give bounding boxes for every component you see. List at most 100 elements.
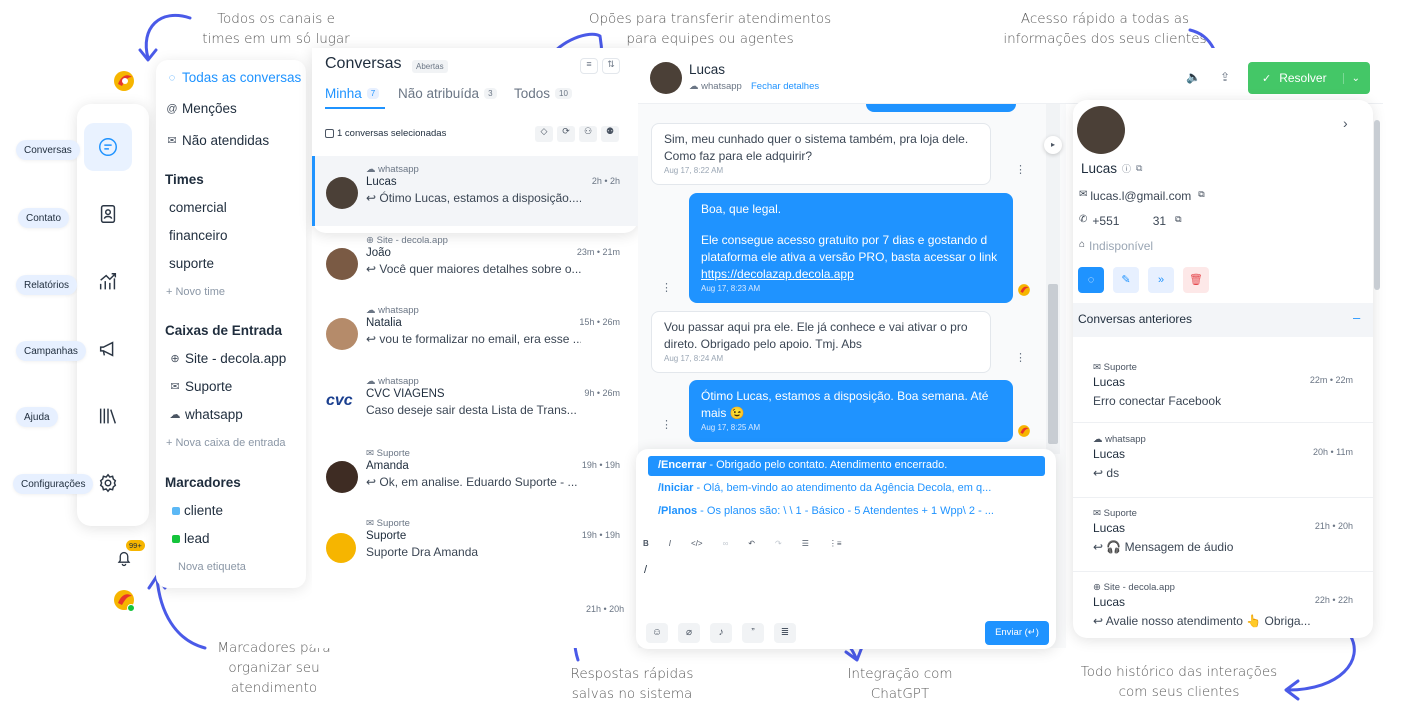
nav-campanhas[interactable] — [84, 325, 132, 373]
contact-phone[interactable]: +551 31 — [1092, 214, 1166, 228]
message-time: Aug 17, 8:24 AM — [664, 354, 724, 363]
bullet-list-icon[interactable]: ☰ — [802, 539, 809, 548]
close-details-link[interactable]: Fechar detalhes — [751, 81, 819, 92]
quick-reply-item[interactable]: /Iniciar - Olá, bem-vindo ao atendimento… — [658, 482, 991, 494]
sidebar-item-mentions[interactable]: @ Menções — [166, 101, 236, 116]
previous-conversation[interactable]: ⊕ Site - decola.app Lucas ↩ Avalie nosso… — [1093, 582, 1353, 628]
resolve-action-icon[interactable]: ⟳ — [557, 126, 575, 142]
message-menu-icon[interactable]: ⋮ — [1015, 351, 1026, 364]
assign-agent-icon[interactable]: ⚇ — [579, 126, 597, 142]
sidebar-item-inbox[interactable]: ✉ Suporte — [169, 379, 232, 394]
nav-relatorios[interactable] — [84, 258, 132, 306]
message-time: Aug 17, 8:22 AM — [664, 166, 724, 175]
new-team-link[interactable]: + Novo time — [166, 286, 225, 298]
conversation-row[interactable]: ☁ whatsapp Lucas ↩ Ótimo Lucas, estamos … — [312, 164, 630, 234]
message-link[interactable]: https://decolazap.decola.app — [701, 266, 1001, 283]
attachment-icon[interactable]: ⌀ — [678, 623, 700, 643]
message-menu-icon[interactable]: ⋮ — [1015, 163, 1026, 176]
bold-icon[interactable]: B — [643, 539, 649, 548]
redo-icon[interactable]: ↷ — [775, 539, 782, 548]
quick-reply-command: /Iniciar — [658, 482, 694, 494]
collapse-icon[interactable]: – — [1353, 310, 1360, 325]
conversation-row[interactable]: ✉ Suporte Amanda ↩ Ok, em analise. Eduar… — [312, 448, 630, 518]
status-filter[interactable]: Abertas — [412, 60, 448, 73]
numbered-list-icon[interactable]: ⋮≡ — [829, 539, 842, 548]
sidebar-item-team[interactable]: suporte — [169, 256, 214, 271]
new-label-link[interactable]: Nova etiqueta — [178, 561, 246, 573]
copy-icon[interactable]: ⧉ — [1198, 189, 1204, 203]
expand-panel-button[interactable]: ▸ — [1044, 136, 1062, 154]
link-icon[interactable]: ∞ — [723, 539, 729, 548]
sidebar-item-label-cliente[interactable]: cliente — [172, 503, 223, 518]
chevron-down-icon[interactable]: ⌄ — [1342, 72, 1360, 84]
tab-nao-atribuida[interactable]: Não atribuída 3 — [398, 86, 497, 101]
selection-bar: 1 conversas selecionadas — [325, 128, 446, 139]
nav-ajuda[interactable] — [84, 392, 132, 440]
new-inbox-link[interactable]: + Nova caixa de entrada — [166, 437, 286, 449]
share-icon[interactable]: ⇪ — [1220, 70, 1230, 84]
channel-label: whatsapp — [701, 81, 742, 92]
bell-icon — [117, 551, 131, 567]
conversation-name: Natalia — [366, 317, 402, 329]
external-link-icon[interactable]: ⧉ — [1136, 163, 1142, 174]
code-icon[interactable]: </> — [691, 539, 703, 548]
previous-conversation[interactable]: ☁ whatsapp Lucas ↩ ds 20h • 11m — [1093, 434, 1353, 480]
message-input[interactable]: / — [644, 564, 647, 576]
mail-icon: ✉ — [1079, 189, 1088, 200]
new-message-icon[interactable]: ◌ — [1078, 267, 1104, 293]
message-menu-icon[interactable]: ⋮ — [661, 281, 672, 294]
quote-icon[interactable]: ” — [742, 623, 764, 643]
sidebar-item-all[interactable]: ◌ Todas as conversas — [166, 70, 302, 85]
emoji-icon[interactable]: ☺ — [646, 623, 668, 643]
nav-contato[interactable] — [84, 190, 132, 238]
chat-scrollbar[interactable] — [1046, 104, 1060, 454]
microphone-icon[interactable]: ♪ — [710, 623, 732, 643]
user-avatar[interactable] — [112, 588, 136, 612]
send-button[interactable]: Enviar (↵) — [985, 621, 1049, 645]
label-action-icon[interactable]: ◇ — [535, 126, 553, 142]
conversation-name: Suporte — [366, 530, 407, 542]
chevron-right-icon: ▸ — [1050, 140, 1055, 149]
delete-icon[interactable]: 🗑 — [1183, 267, 1209, 293]
quick-reply-item[interactable]: /Encerrar - Obrigado pelo contato. Atend… — [658, 459, 947, 471]
message-menu-icon[interactable]: ⋮ — [661, 418, 672, 431]
resolve-button[interactable]: ✓ Resolver ⌄ — [1248, 62, 1370, 94]
copy-icon[interactable]: ⧉ — [1175, 214, 1181, 228]
undo-icon[interactable]: ↶ — [748, 539, 755, 548]
sidebar-item-team[interactable]: financeiro — [169, 228, 228, 243]
conversation-row[interactable]: ✉ Suporte Suporte Suporte Dra Amanda 19h… — [312, 518, 630, 588]
contact-email[interactable]: lucas.l@gmail.com — [1090, 189, 1191, 203]
sort-button[interactable]: ⇅ — [602, 58, 620, 74]
sidebar-item-inbox[interactable]: ☁ whatsapp — [169, 407, 243, 422]
italic-icon[interactable]: I — [669, 539, 671, 548]
previous-conversation[interactable]: ✉ Suporte Lucas Erro conectar Facebook 2… — [1093, 362, 1353, 408]
tab-todos[interactable]: Todos 10 — [514, 86, 574, 101]
chatgpt-icon[interactable]: ≣ — [774, 623, 796, 643]
conversation-row[interactable]: ⊕ Site - decola.app João ↩ Você quer mai… — [312, 235, 630, 305]
sidebar-item-team[interactable]: comercial — [169, 200, 227, 215]
mute-icon[interactable]: 🔈 — [1186, 70, 1201, 84]
conversation-row[interactable]: cvc ☁ whatsapp CVC VIAGENS Caso deseje s… — [312, 376, 630, 446]
message-outgoing: Boa, que legal. Ele consegue acesso grat… — [689, 193, 1013, 303]
select-checkbox[interactable] — [325, 129, 334, 138]
scrollbar-thumb[interactable] — [1048, 284, 1058, 444]
sidebar-item-inbox[interactable]: ⊕ Site - decola.app — [169, 351, 286, 366]
sidebar-item-label-lead[interactable]: lead — [172, 531, 210, 546]
quick-reply-item[interactable]: /Planos - Os planos são: \ \ 1 - Básico … — [658, 505, 994, 517]
edit-icon[interactable]: ✎ — [1113, 267, 1139, 293]
chat-icon — [99, 138, 117, 156]
sidebar-item-unattended[interactable]: ✉ Não atendidas — [166, 133, 269, 148]
filter-button[interactable]: ≡ — [580, 58, 598, 74]
nav-conversas[interactable] — [84, 123, 132, 171]
notifications-button[interactable]: 99+ — [112, 540, 145, 568]
chevron-right-icon[interactable]: › — [1343, 115, 1348, 131]
tab-minha[interactable]: Minha 7 — [325, 86, 380, 101]
assign-team-icon[interactable]: ⚉ — [601, 126, 619, 142]
info-icon[interactable]: ⓘ — [1122, 162, 1131, 175]
previous-conversation[interactable]: ✉ Suporte Lucas ↩ 🎧 Mensagem de áudio 21… — [1093, 508, 1353, 554]
merge-icon[interactable]: » — [1148, 267, 1174, 293]
previous-conversations-header[interactable]: Conversas anteriores – — [1073, 303, 1373, 337]
conversation-row[interactable]: ☁ whatsapp Natalia ↩ vou te formalizar n… — [312, 305, 630, 375]
conversation-time: 9h • 26m — [584, 388, 620, 398]
contact-scrollbar-thumb[interactable] — [1374, 120, 1380, 290]
